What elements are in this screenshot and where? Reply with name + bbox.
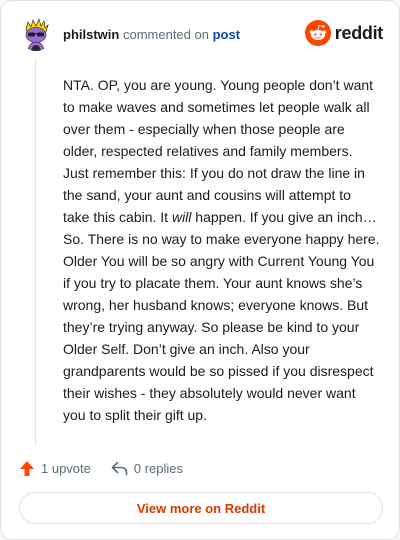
reply-count: 0 replies <box>133 460 184 476</box>
upvote-button[interactable]: 1 upvote <box>19 460 91 477</box>
replies-button[interactable]: 0 replies <box>111 461 183 476</box>
author-username[interactable]: philstwin <box>63 27 119 42</box>
comment-text-part1: NTA. OP, you are young. Young people don… <box>63 77 374 225</box>
author-line: philstwin commented on post <box>63 27 240 42</box>
upvote-arrow-icon <box>20 460 34 476</box>
comment-emphasis: will <box>171 209 192 225</box>
comment-header: philstwin commented on post reddit <box>19 15 383 55</box>
upvote-count: 1 upvote <box>41 460 91 476</box>
avatar-snoo-icon <box>19 17 53 51</box>
user-avatar[interactable] <box>19 17 53 51</box>
post-link[interactable]: post <box>213 27 240 42</box>
embedded-comment-card: philstwin commented on post reddit NTA. … <box>0 0 400 540</box>
reply-arrow-icon <box>111 461 128 475</box>
view-more-on-reddit-button[interactable]: View more on Reddit <box>19 492 383 524</box>
reddit-brand[interactable]: reddit <box>304 19 384 47</box>
thread-line <box>35 59 36 445</box>
commented-label: commented on <box>122 27 209 42</box>
reddit-wordmark: reddit <box>334 22 384 43</box>
comment-actions: 1 upvote 0 replies <box>19 457 183 479</box>
comment-text-part2: happen. If you give an inch… So. There i… <box>63 209 380 423</box>
reddit-logo-icon <box>304 20 331 46</box>
comment-body: NTA. OP, you are young. Young people don… <box>63 74 381 426</box>
